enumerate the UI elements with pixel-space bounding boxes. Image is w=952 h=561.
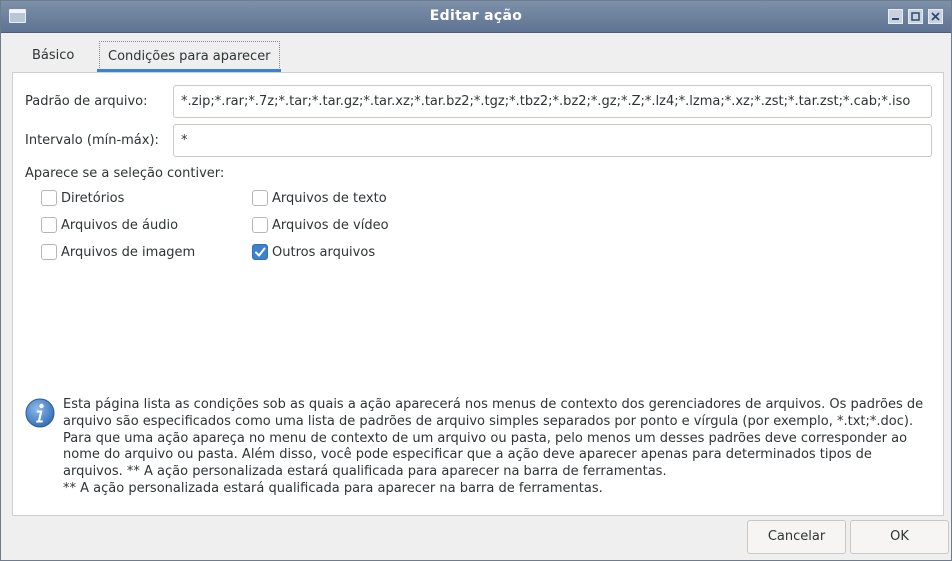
minimize-icon [892,18,899,20]
conditions-panel: Padrão de arquivo: *.zip;*.rar;*.7z;*.ta… [12,72,944,516]
close-icon [931,12,940,21]
window-title: Editar ação [429,8,523,24]
range-input[interactable]: * [173,124,932,157]
checkbox-audio-label[interactable]: Arquivos de áudio [61,218,178,233]
close-button[interactable] [928,9,943,24]
checkbox-imagem[interactable] [41,244,57,260]
checkbox-diretorios[interactable] [41,190,57,206]
cancel-button[interactable]: Cancelar [747,520,846,554]
checkbox-video-label[interactable]: Arquivos de vídeo [272,218,389,233]
checkbox-outros[interactable] [252,244,268,260]
checkbox-diretorios-label[interactable]: Diretórios [61,191,124,206]
tab-bar: Básico Condições para aparecer [12,34,944,74]
title-bar[interactable]: Editar ação [1,1,951,33]
dialog-window: Editar ação Básico Condições para aparec… [0,0,952,561]
tab-condicoes[interactable]: Condições para aparecer [99,41,280,70]
dialog-content: Básico Condições para aparecer Padrão de… [2,34,950,560]
pattern-input[interactable]: *.zip;*.rar;*.7z;*.tar;*.tar.gz;*.tar.xz… [173,85,932,118]
info-icon [25,398,55,428]
checkbox-video[interactable] [252,217,268,233]
checkbox-audio[interactable] [41,217,57,233]
info-text: Esta página lista as condições sob as qu… [63,397,924,496]
checkbox-imagem-label[interactable]: Arquivos de imagem [61,245,195,260]
maximize-button[interactable] [908,9,923,24]
ok-button[interactable]: OK [850,520,949,554]
range-label: Intervalo (mín-máx): [25,133,159,148]
tab-basico[interactable]: Básico [24,41,82,70]
checkmark-icon [255,247,266,257]
selection-label: Aparece se a seleção contiver: [25,166,225,181]
checkbox-texto-label[interactable]: Arquivos de texto [272,191,387,206]
checkbox-outros-label[interactable]: Outros arquivos [272,245,375,260]
minimize-button[interactable] [888,9,903,24]
pattern-label: Padrão de arquivo: [25,94,148,109]
maximize-icon [911,12,920,21]
checkbox-texto[interactable] [252,190,268,206]
